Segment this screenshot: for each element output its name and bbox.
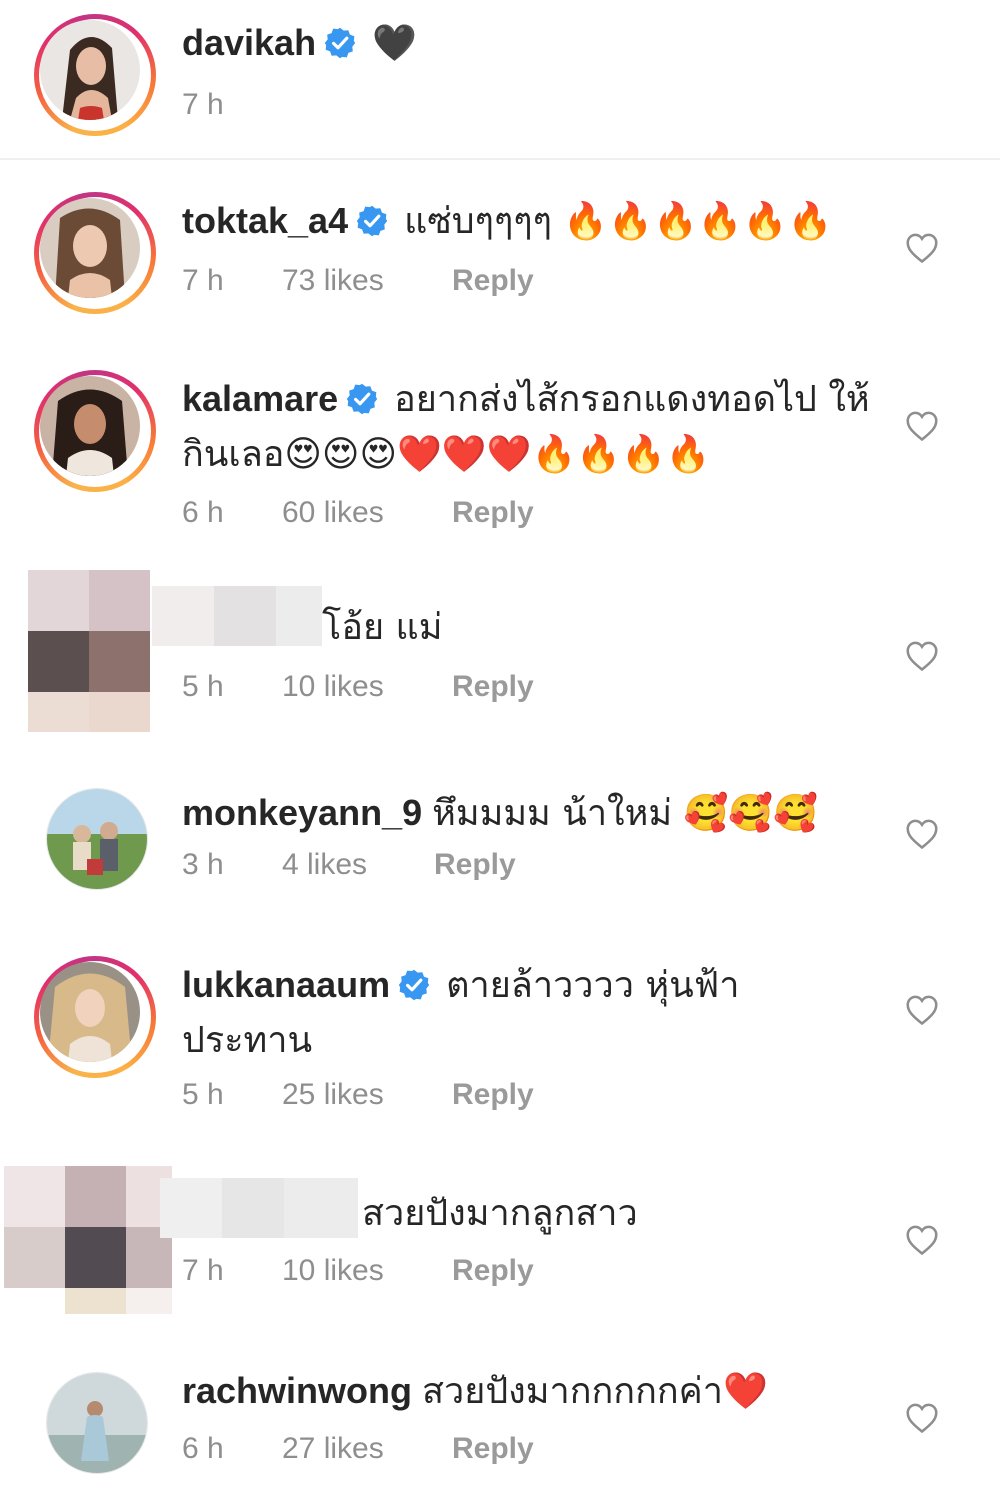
reply-button[interactable]: Reply — [452, 496, 534, 530]
reply-button[interactable]: Reply — [452, 1254, 534, 1288]
heart-outline-icon[interactable] — [904, 816, 940, 852]
avatar[interactable] — [4, 1166, 172, 1314]
comment-time: 6 h — [182, 496, 224, 529]
caption-meta: 7 h — [182, 88, 282, 122]
comment-username[interactable]: kalamare — [182, 378, 338, 419]
avatar[interactable] — [46, 1372, 148, 1474]
comment-time: 3 h — [182, 848, 224, 881]
heart-outline-icon[interactable] — [904, 1400, 940, 1436]
reply-button[interactable]: Reply — [452, 264, 534, 298]
heart-outline-icon[interactable] — [904, 1222, 940, 1258]
comment-likes[interactable]: 10 likes — [282, 670, 452, 704]
comment-time: 7 h — [182, 1254, 224, 1287]
reply-button[interactable]: Reply — [434, 848, 516, 882]
caption-text: 🖤 — [372, 23, 417, 64]
post-caption: davikah 🖤 7 h — [0, 0, 1000, 158]
verified-badge-icon — [324, 27, 356, 59]
comment-meta: 5 h 25 likes Reply — [182, 1078, 534, 1112]
caption-username[interactable]: davikah — [182, 22, 316, 63]
avatar[interactable] — [34, 956, 156, 1078]
comment-username[interactable]: lukkanaaum — [182, 964, 390, 1005]
heart-outline-icon[interactable] — [904, 230, 940, 266]
heart-outline-icon[interactable] — [904, 992, 940, 1028]
verified-badge-icon — [346, 383, 378, 415]
comment-time: 5 h — [182, 1078, 224, 1111]
comment-time: 6 h — [182, 1432, 224, 1465]
comment-likes[interactable]: 4 likes — [282, 848, 434, 882]
comment-text: สวยปังมากกกกกค่า❤️ — [422, 1371, 768, 1412]
comment-text: หึมมมม น้าใหม่ 🥰🥰🥰 — [432, 793, 818, 834]
comment-text: โอ้ย แม่ — [322, 607, 443, 648]
reply-button[interactable]: Reply — [452, 670, 534, 704]
avatar[interactable] — [28, 570, 150, 732]
comment-time: 7 h — [182, 264, 224, 297]
avatar[interactable] — [46, 788, 148, 890]
comment-meta: 6 h 60 likes Reply — [182, 496, 534, 530]
comment-text: แซ่บๆๆๆๆ 🔥🔥🔥🔥🔥🔥 — [404, 201, 833, 242]
verified-badge-icon — [398, 969, 430, 1001]
comment-meta: 7 h 10 likes Reply — [182, 1254, 534, 1288]
comment-username[interactable]: monkeyann_9 — [182, 792, 422, 833]
comment-likes[interactable]: 73 likes — [282, 264, 452, 298]
comment-time: 5 h — [182, 670, 224, 703]
comment-meta: 5 h 10 likes Reply — [182, 670, 534, 704]
reply-button[interactable]: Reply — [452, 1078, 534, 1112]
comment-likes[interactable]: 27 likes — [282, 1432, 452, 1466]
comment-likes[interactable]: 60 likes — [282, 496, 452, 530]
comment-meta: 6 h 27 likes Reply — [182, 1432, 534, 1466]
comment-likes[interactable]: 25 likes — [282, 1078, 452, 1112]
username-redacted — [160, 1178, 358, 1238]
caption-time: 7 h — [182, 88, 224, 121]
comment-username[interactable]: rachwinwong — [182, 1370, 412, 1411]
comment-meta: 3 h 4 likes Reply — [182, 848, 516, 882]
comment-meta: 7 h 73 likes Reply — [182, 264, 534, 298]
divider — [0, 158, 1000, 160]
verified-badge-icon — [356, 205, 388, 237]
heart-outline-icon[interactable] — [904, 408, 940, 444]
comment-text: สวยปังมากลูกสาว — [362, 1193, 638, 1234]
avatar[interactable] — [34, 370, 156, 492]
heart-outline-icon[interactable] — [904, 638, 940, 674]
reply-button[interactable]: Reply — [452, 1432, 534, 1466]
avatar[interactable] — [34, 14, 156, 136]
comment-username[interactable]: toktak_a4 — [182, 200, 348, 241]
avatar[interactable] — [34, 192, 156, 314]
username-redacted — [152, 586, 322, 646]
comment-likes[interactable]: 10 likes — [282, 1254, 452, 1288]
